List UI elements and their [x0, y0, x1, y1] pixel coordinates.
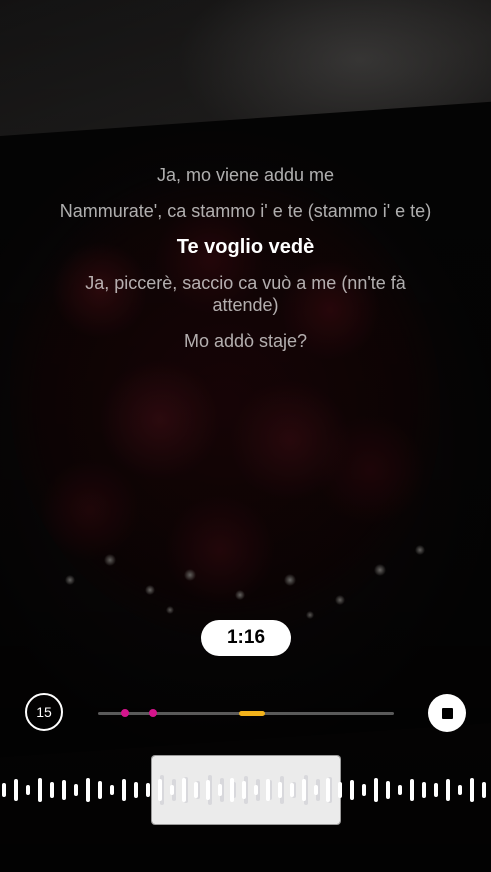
stop-icon [441, 707, 453, 719]
lyric-line-current[interactable]: Te voglio vedè [26, 236, 466, 258]
waveform-bar [482, 782, 486, 798]
waveform-bar [110, 785, 114, 795]
current-segment-indicator [239, 711, 266, 716]
waveform-bar [122, 779, 126, 801]
waveform-bar [374, 778, 378, 802]
skip-back-15-button[interactable]: 15 [25, 693, 63, 731]
clip-selection-window[interactable] [152, 756, 340, 824]
waveform-bar [470, 778, 474, 802]
waveform-bar [182, 778, 186, 802]
waveform-bar [38, 778, 42, 802]
waveform-bar [314, 785, 318, 795]
waveform-bar [218, 784, 222, 796]
waveform-bar [398, 785, 402, 795]
waveform-bar [170, 785, 174, 795]
background-photo [0, 0, 491, 872]
waveform-bar [26, 785, 30, 795]
waveform-bar [14, 779, 18, 801]
waveform-bar [74, 784, 78, 796]
current-time-pill: 1:16 [201, 620, 291, 656]
waveform-bar [362, 784, 366, 796]
waveform-bar [350, 780, 354, 800]
waveform-bar [146, 783, 150, 797]
waveform-bar [50, 782, 54, 798]
waveform-bar [2, 783, 6, 797]
waveform-bar [290, 783, 294, 797]
waveform-bar [86, 778, 90, 802]
progress-track[interactable] [98, 709, 394, 717]
skip-back-15-icon: 15 [36, 704, 52, 720]
lyrics-panel: Ja, mo viene addu me Nammurate', ca stam… [0, 164, 491, 366]
waveform-bar [158, 779, 162, 801]
waveform-bar [434, 783, 438, 797]
waveform-bar [254, 785, 258, 795]
waveform-bar [386, 781, 390, 799]
waveform-bar [422, 782, 426, 798]
waveform-bar [278, 782, 282, 798]
waveform-bar [206, 780, 210, 800]
waveform-bar [410, 779, 414, 801]
stop-button[interactable] [428, 694, 466, 732]
waveform-bar [98, 781, 102, 799]
waveform-bar [62, 780, 66, 800]
waveform-bar [302, 779, 306, 801]
lyric-line[interactable]: Ja, mo viene addu me [26, 164, 466, 186]
progress-marker [120, 709, 129, 717]
waveform-bar [458, 785, 462, 795]
waveform-bar [266, 779, 270, 801]
waveform-bar [194, 782, 198, 798]
waveform-bar [242, 781, 246, 799]
waveform-bar [134, 782, 138, 798]
waveform-bar [326, 778, 330, 802]
lyric-line[interactable]: Mo addò staje? [26, 330, 466, 352]
waveform-bar [446, 779, 450, 801]
waveform-bar [230, 778, 234, 802]
lyric-line[interactable]: Ja, piccerè, saccio ca vuò a me (nn'te f… [56, 272, 436, 316]
lyric-line[interactable]: Nammurate', ca stammo i' e te (stammo i'… [26, 200, 466, 222]
